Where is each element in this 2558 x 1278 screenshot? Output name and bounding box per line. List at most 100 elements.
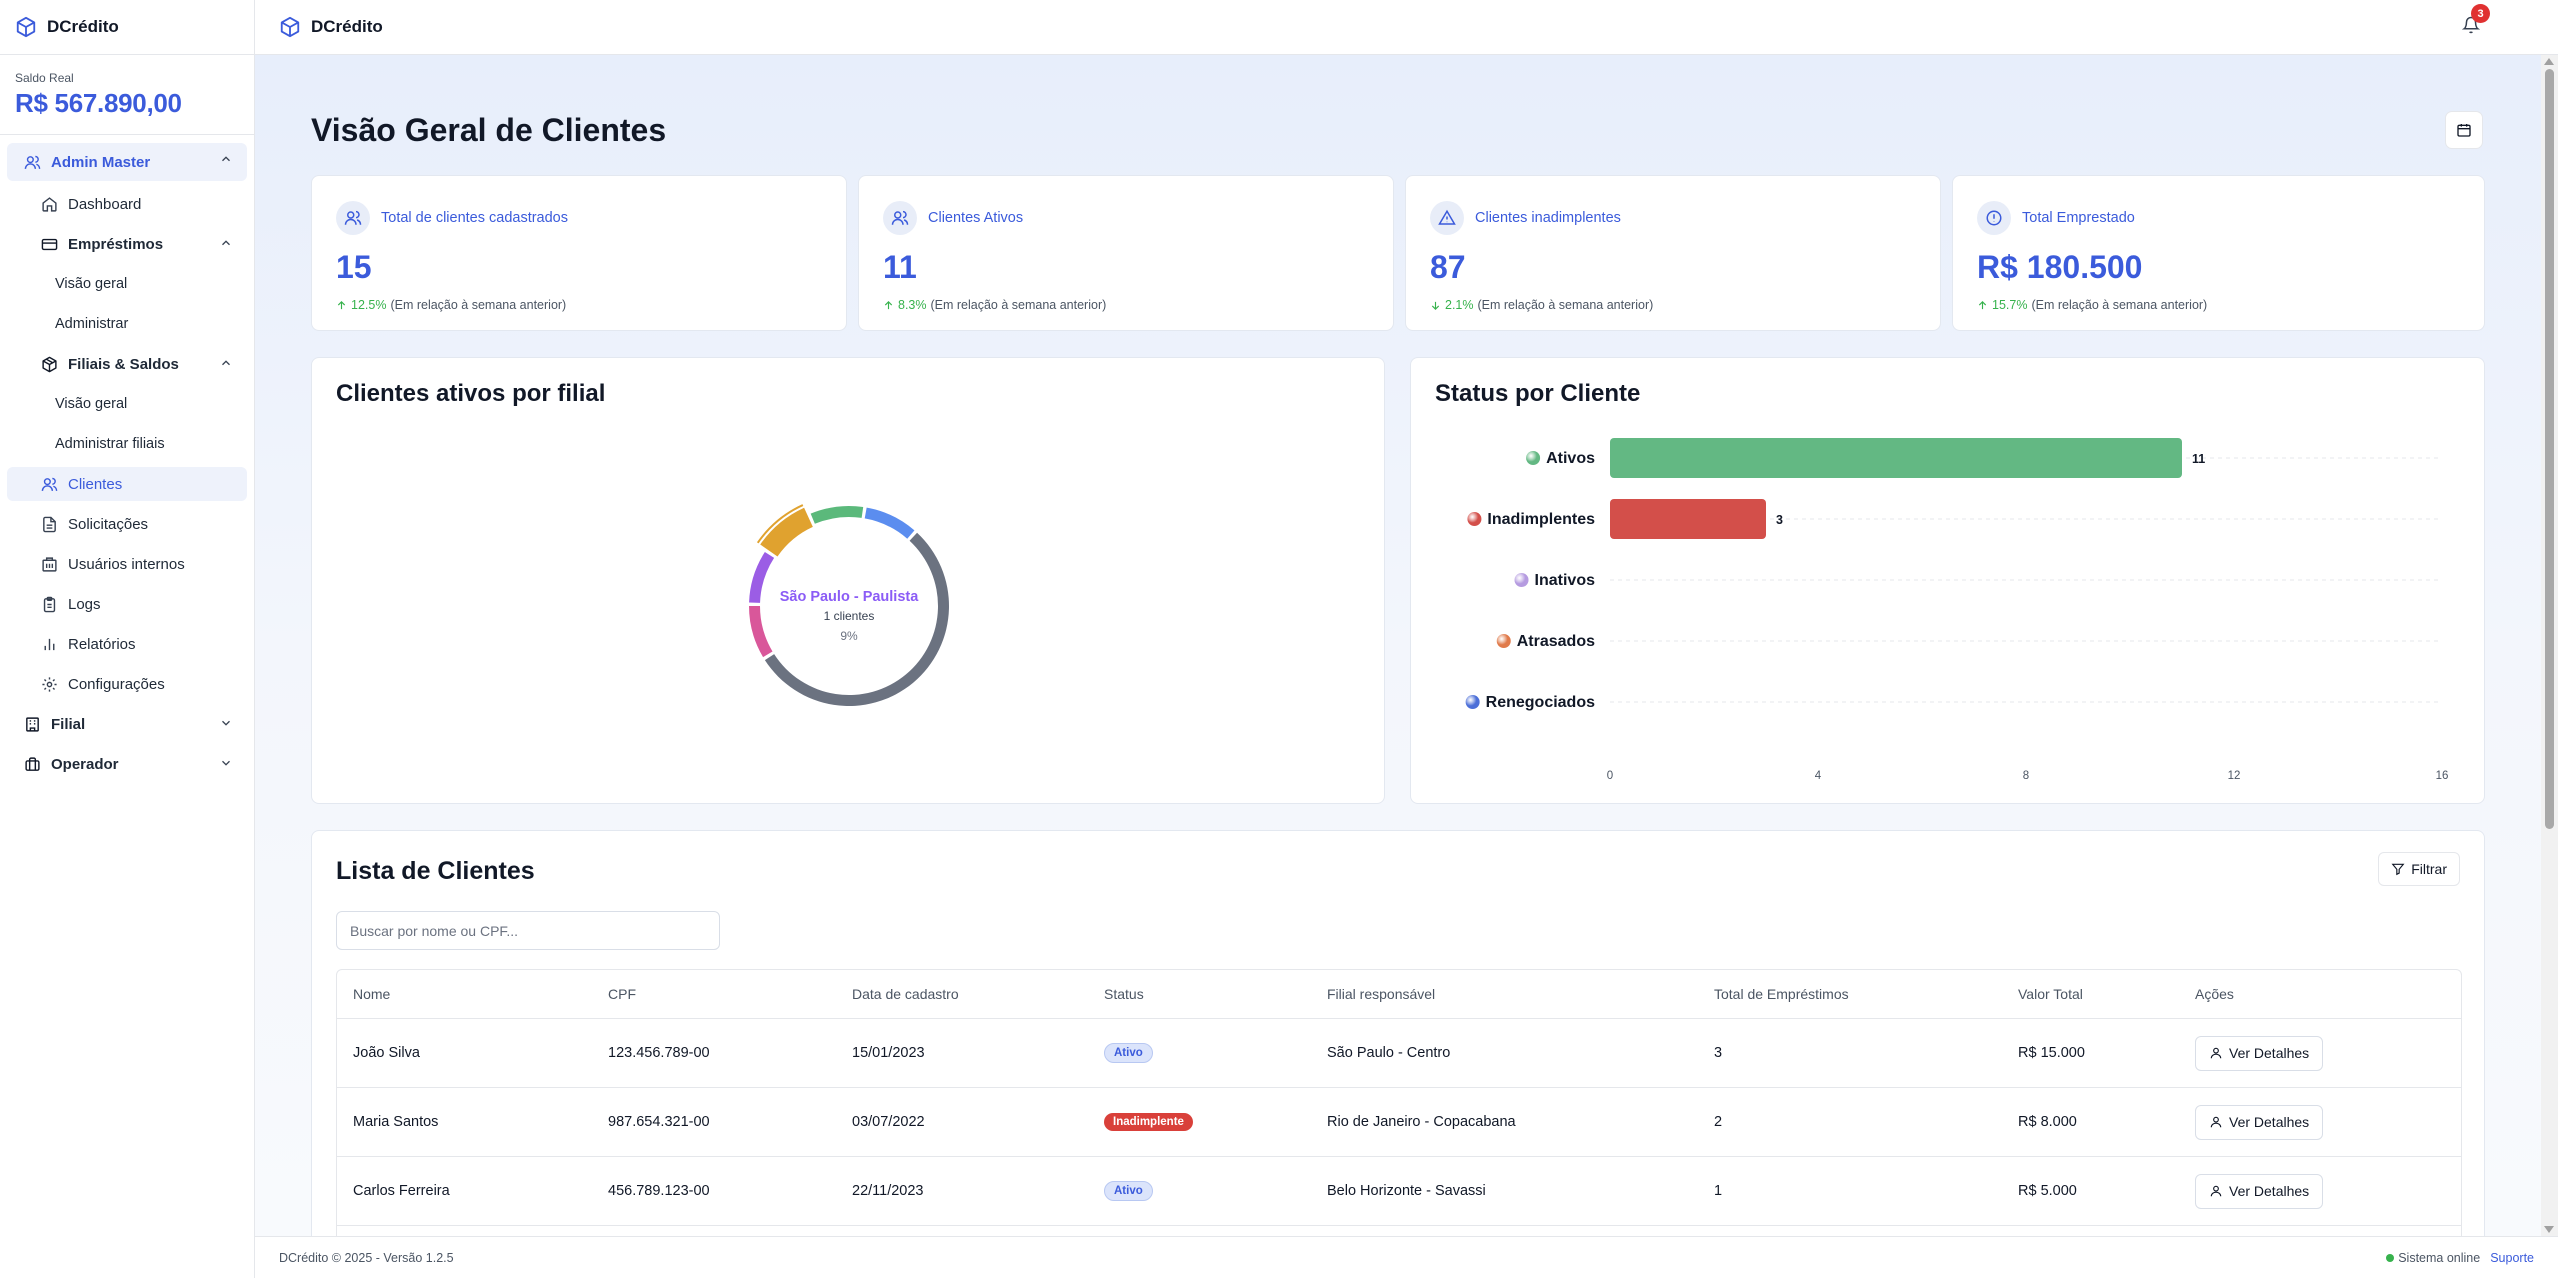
scroll-down-arrow-icon[interactable] [2544, 1226, 2554, 1233]
arrow-up-icon [336, 300, 347, 311]
sidebar-item-label: Relatórios [68, 635, 136, 653]
sidebar-item-administrar-filiais[interactable]: Administrar filiais [7, 427, 247, 461]
filter-button-label: Filtrar [2411, 861, 2447, 877]
building-icon [39, 554, 59, 574]
cell-filial: São Paulo - Centro [1327, 1045, 1451, 1061]
legend-dot [1526, 451, 1541, 465]
sidebar-item-label: Dashboard [68, 195, 142, 213]
column-header-valor-total[interactable]: Valor Total [2018, 970, 2083, 1018]
bar[interactable] [1610, 499, 1766, 539]
sidebar-item-emprestimos-administrar[interactable]: Administrar [7, 307, 247, 341]
sidebar-item-clientes[interactable]: Clientes [7, 467, 247, 501]
chart-card-clientes-por-filial: Clientes ativos por filial São Paulo - P… [311, 357, 1385, 804]
stat-card-total-emprestado: Total Emprestado R$ 180.500 15.7% (Em rel… [1952, 175, 2485, 331]
donut-slice[interactable] [749, 606, 773, 658]
top-bar: DCrédito 3 [255, 0, 2558, 55]
sidebar-item-label: Configurações [68, 675, 165, 693]
main-content: Visão Geral de Clientes Total de cliente… [255, 55, 2541, 1236]
view-details-button[interactable]: Ver Detalhes [2195, 1035, 2324, 1071]
sidebar-group-filiais[interactable]: Filiais & Saldos [7, 347, 247, 381]
sidebar-item-configuracoes[interactable]: Configurações [7, 667, 247, 701]
view-details-button[interactable]: Ver Detalhes [2195, 1173, 2324, 1209]
donut-center-percent: 9% [840, 629, 858, 643]
sidebar-item-filiais-visao-geral[interactable]: Visão geral [7, 387, 247, 421]
sidebar-item-emprestimos-visao-geral[interactable]: Visão geral [7, 267, 247, 301]
nav-group-filial[interactable]: Filial [7, 707, 247, 741]
stat-change: 8.3% [898, 298, 927, 312]
view-details-button[interactable]: Ver Detalhes [2195, 1104, 2324, 1140]
nav-group-label: Admin Master [51, 153, 151, 171]
stat-card-clientes-ativos: Clientes Ativos 11 8.3% (Em relação à sem… [858, 175, 1394, 331]
users-icon [39, 474, 59, 494]
table-row: Carlos Ferreira 456.789.123-00 22/11/202… [337, 1157, 2461, 1226]
client-list-title: Lista de Clientes [336, 857, 535, 885]
cell-valor: R$ 15.000 [2018, 1045, 2085, 1061]
search-input[interactable] [336, 911, 720, 950]
cell-data: 03/07/2022 [852, 1114, 925, 1130]
stat-value: 11 [883, 249, 917, 285]
sidebar-item-relatorios[interactable]: Relatórios [7, 627, 247, 661]
balance-panel: Saldo Real R$ 567.890,00 [0, 55, 254, 135]
column-header-filial[interactable]: Filial responsável [1327, 970, 1435, 1018]
user-icon [2209, 1115, 2223, 1129]
donut-slice[interactable] [810, 506, 864, 524]
users-icon [883, 201, 917, 235]
nav-group-admin-master[interactable]: Admin Master [7, 143, 247, 181]
sidebar-item-logs[interactable]: Logs [7, 587, 247, 621]
donut-chart: São Paulo - Paulista 1 clientes 9% [749, 504, 949, 706]
stat-note: (Em relação à semana anterior) [930, 298, 1107, 312]
donut-center-value: 1 clientes [824, 609, 875, 623]
support-link[interactable]: Suporte [2490, 1251, 2534, 1265]
file-text-icon [39, 514, 59, 534]
donut-slice[interactable] [864, 507, 915, 539]
sidebar-item-label: Visão geral [55, 276, 128, 292]
x-tick-label: 16 [2436, 770, 2449, 782]
sidebar-item-usuarios-internos[interactable]: Usuários internos [7, 547, 247, 581]
filter-button[interactable]: Filtrar [2378, 852, 2460, 886]
donut-slice[interactable] [749, 551, 775, 603]
scrollbar-thumb[interactable] [2545, 69, 2554, 829]
app-title: DCrédito [311, 17, 383, 36]
sidebar-item-label: Logs [68, 595, 101, 613]
column-header-total-emprestimos[interactable]: Total de Empréstimos [1714, 970, 1849, 1018]
scroll-up-arrow-icon[interactable] [2544, 58, 2554, 65]
stat-value: 15 [336, 249, 372, 285]
column-header-status[interactable]: Status [1104, 970, 1144, 1018]
cell-valor: R$ 5.000 [2018, 1183, 2077, 1199]
notification-count-badge: 3 [2471, 4, 2490, 23]
stat-change: 2.1% [1445, 298, 1474, 312]
chevron-down-icon [219, 756, 233, 770]
sidebar-item-label: Visão geral [55, 396, 128, 412]
data-label: 11 [2192, 452, 2205, 466]
sidebar: DCrédito Saldo Real R$ 567.890,00 Admin … [0, 0, 255, 1278]
category-label: Atrasados [1517, 633, 1595, 650]
category-label: Ativos [1546, 450, 1595, 467]
arrow-up-icon [1977, 300, 1988, 311]
main-scrollbar[interactable] [2541, 55, 2558, 1236]
alert-circle-icon [1977, 201, 2011, 235]
stat-label: Total Emprestado [2022, 210, 2135, 226]
legend-dot [1514, 573, 1529, 587]
cell-nome: Maria Santos [353, 1114, 439, 1130]
sidebar-item-dashboard[interactable]: Dashboard [7, 187, 247, 221]
stat-note: (Em relação à semana anterior) [2031, 298, 2208, 312]
column-header-cpf[interactable]: CPF [608, 970, 636, 1018]
stat-value: 87 [1430, 249, 1466, 285]
cell-filial: Belo Horizonte - Savassi [1327, 1183, 1486, 1199]
sidebar-brand[interactable]: DCrédito [0, 0, 254, 55]
cell-valor: R$ 8.000 [2018, 1114, 2077, 1130]
sidebar-item-solicitacoes[interactable]: Solicitações [7, 507, 247, 541]
column-header-data[interactable]: Data de cadastro [852, 970, 959, 1018]
arrow-down-icon [1430, 300, 1441, 311]
bar[interactable] [1610, 438, 2182, 478]
stat-note: (Em relação à semana anterior) [1477, 298, 1654, 312]
calendar-button[interactable] [2445, 111, 2483, 149]
status-badge: Inadimplente [1104, 1113, 1193, 1131]
nav-group-operador[interactable]: Operador [7, 747, 247, 781]
chevron-up-icon [219, 236, 233, 250]
sidebar-group-emprestimos[interactable]: Empréstimos [7, 227, 247, 261]
column-header-nome[interactable]: Nome [353, 970, 390, 1018]
table-row [337, 1226, 2461, 1236]
x-tick-label: 8 [2023, 770, 2029, 782]
stat-change: 12.5% [351, 298, 387, 312]
